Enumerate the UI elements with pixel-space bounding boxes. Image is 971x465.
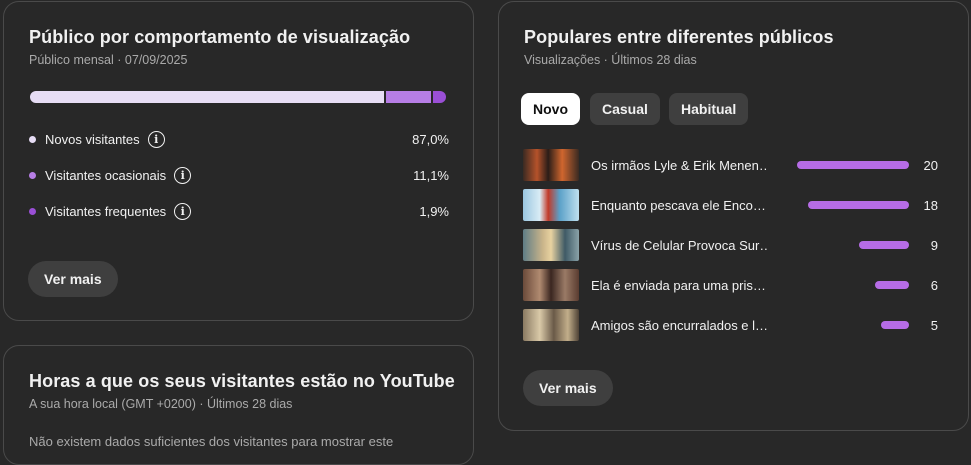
legend-dot bbox=[29, 135, 36, 143]
card-title: Público por comportamento de visualizaçã… bbox=[29, 27, 411, 47]
video-title[interactable]: Enquanto pescava ele Enco… bbox=[591, 198, 767, 213]
legend-row-regular-viewers: Visitantes frequentes i 1,9% bbox=[29, 201, 449, 221]
video-bar-track bbox=[785, 321, 909, 329]
info-icon[interactable]: i bbox=[174, 166, 192, 184]
video-row[interactable]: Ela é enviada para uma pris… 6 bbox=[523, 269, 938, 301]
bar-segment-regular-viewers bbox=[433, 91, 446, 103]
legend-label: Visitantes frequentes bbox=[45, 203, 167, 219]
video-bar bbox=[808, 201, 909, 209]
video-thumbnail[interactable] bbox=[523, 229, 579, 261]
viewer-hours-card: Horas a que os seus visitantes estão no … bbox=[3, 345, 474, 465]
video-thumbnail[interactable] bbox=[523, 309, 579, 341]
card-subtitle: A sua hora local (GMT +0200) · Últimos 2… bbox=[29, 397, 293, 411]
card-title: Populares entre diferentes públicos bbox=[524, 27, 834, 47]
video-row[interactable]: Vírus de Celular Provoca Sur… 9 bbox=[523, 229, 938, 261]
video-views: 18 bbox=[923, 197, 938, 213]
legend-label: Novos visitantes bbox=[45, 131, 140, 147]
insufficient-data-message: Não existem dados suficientes dos visita… bbox=[29, 434, 394, 449]
video-bar-track bbox=[785, 281, 909, 289]
legend-label: Visitantes ocasionais bbox=[45, 167, 167, 183]
legend-value: 11,1% bbox=[413, 167, 449, 183]
video-views: 9 bbox=[930, 237, 938, 253]
video-bar-track bbox=[785, 201, 909, 209]
popular-audiences-card: Populares entre diferentes públicos Visu… bbox=[498, 1, 969, 431]
card-title: Horas a que os seus visitantes estão no … bbox=[29, 371, 455, 391]
video-row[interactable]: Os irmãos Lyle & Erik Menen… 20 bbox=[523, 149, 938, 181]
video-bar bbox=[797, 161, 909, 169]
video-thumbnail[interactable] bbox=[523, 269, 579, 301]
bar-segment-new-viewers bbox=[30, 91, 384, 103]
video-thumbnail[interactable] bbox=[523, 149, 579, 181]
legend-value: 87,0% bbox=[412, 131, 449, 147]
video-views: 5 bbox=[930, 317, 938, 333]
video-views: 20 bbox=[923, 157, 938, 173]
chip-new[interactable]: Novo bbox=[521, 93, 580, 125]
see-more-button[interactable]: Ver mais bbox=[28, 261, 118, 297]
audience-stacked-bar bbox=[30, 91, 448, 103]
card-subtitle: Visualizações · Últimos 28 dias bbox=[524, 53, 697, 67]
info-icon[interactable]: i bbox=[174, 202, 192, 220]
bar-segment-casual-viewers bbox=[386, 91, 431, 103]
video-views: 6 bbox=[930, 277, 938, 293]
video-title[interactable]: Os irmãos Lyle & Erik Menen… bbox=[591, 158, 767, 173]
see-more-button[interactable]: Ver mais bbox=[523, 370, 613, 406]
legend-dot bbox=[29, 207, 36, 215]
video-row[interactable]: Enquanto pescava ele Enco… 18 bbox=[523, 189, 938, 221]
chip-casual[interactable]: Casual bbox=[590, 93, 660, 125]
audience-behavior-card: Público por comportamento de visualizaçã… bbox=[3, 1, 474, 321]
video-row[interactable]: Amigos são encurralados e l… 5 bbox=[523, 309, 938, 341]
chip-habitual[interactable]: Habitual bbox=[669, 93, 749, 125]
legend-row-casual-viewers: Visitantes ocasionais i 11,1% bbox=[29, 165, 449, 185]
video-title[interactable]: Vírus de Celular Provoca Sur… bbox=[591, 238, 767, 253]
video-bar-track bbox=[785, 161, 909, 169]
legend-row-new-viewers: Novos visitantes i 87,0% bbox=[29, 129, 449, 149]
video-bar bbox=[875, 281, 909, 289]
video-bar bbox=[881, 321, 909, 329]
video-bar bbox=[859, 241, 909, 249]
video-thumbnail[interactable] bbox=[523, 189, 579, 221]
info-icon[interactable]: i bbox=[147, 130, 165, 148]
legend-value: 1,9% bbox=[419, 203, 449, 219]
legend-dot bbox=[29, 171, 36, 179]
video-title[interactable]: Amigos são encurralados e l… bbox=[591, 318, 767, 333]
video-bar-track bbox=[785, 241, 909, 249]
card-subtitle: Público mensal · 07/09/2025 bbox=[29, 53, 188, 67]
video-title[interactable]: Ela é enviada para uma pris… bbox=[591, 278, 767, 293]
